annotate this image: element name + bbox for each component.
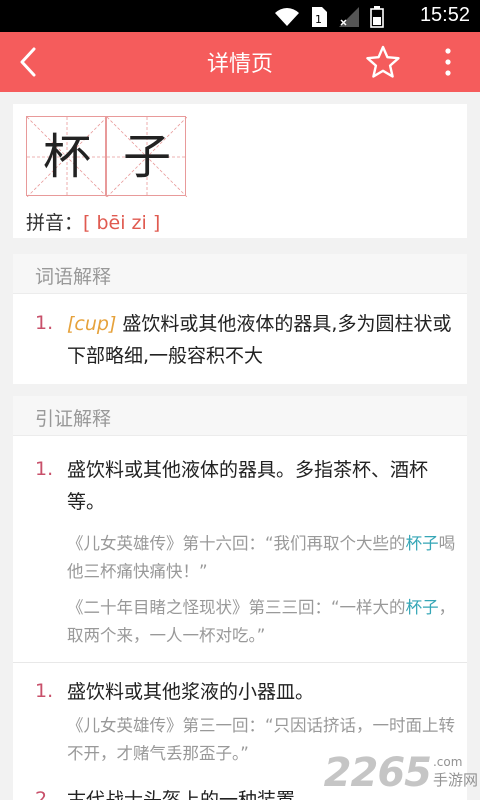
section-header: 词语解释 <box>13 254 467 294</box>
definition-number: 2. <box>35 788 54 800</box>
citation-text: 《儿女英雄传》第十六回：“我们再取个大些的 <box>67 534 406 553</box>
definition-text: [cup] 盛饮料或其他液体的器具,多为圆柱状或下部略细,一般容积不大 <box>67 308 459 372</box>
character-grid-box: 子 <box>106 116 187 197</box>
citation-quote: 《二十年目睹之怪现状》第三三回：“一样大的杯子，取两个来，一人一杯对吃。” <box>67 594 457 650</box>
watermark-text: 手游网 <box>432 771 478 789</box>
wifi-icon <box>275 8 299 26</box>
watermark-number: 2265 <box>323 750 432 796</box>
definition-body: 盛饮料或其他液体的器具,多为圆柱状或下部略细,一般容积不大 <box>67 313 452 367</box>
clock: 15:52 <box>419 4 470 26</box>
word-card: 杯 子 拼音：[ bēi zi ] <box>13 104 467 238</box>
divider <box>13 662 467 663</box>
definition-text: 盛饮料或其他浆液的小器皿。 <box>67 681 315 703</box>
app-bar: 详情页 <box>0 32 480 92</box>
pinyin-row: 拼音：[ bēi zi ] <box>26 208 160 235</box>
definition-number: 1. <box>35 680 54 702</box>
english-tag: [cup] <box>67 313 117 335</box>
pinyin-value: [ bēi zi ] <box>83 212 161 234</box>
citation-text: 《二十年目睹之怪现状》第三三回：“一样大的 <box>67 598 406 617</box>
character: 子 <box>122 129 171 185</box>
status-bar: 1 15:52 <box>0 0 480 32</box>
character-grid-box: 杯 <box>26 116 107 197</box>
sim-card-icon: 1 <box>312 7 327 27</box>
site-watermark: 2265 .com 手游网 <box>324 750 478 796</box>
favorite-star-icon[interactable] <box>366 45 400 79</box>
section-title: 引证解释 <box>35 408 112 430</box>
definition-number: 1. <box>35 312 54 334</box>
status-icons: 1 <box>274 6 384 28</box>
page-title: 详情页 <box>206 52 273 77</box>
definition-text: 盛饮料或其他液体的器具。多指茶杯、酒杯等。 <box>67 459 429 513</box>
section-title: 词语解释 <box>35 266 112 288</box>
watermark-domain: .com <box>432 755 463 769</box>
word-definition-section: 词语解释 1. [cup] 盛饮料或其他液体的器具,多为圆柱状或下部略细,一般容… <box>13 254 467 384</box>
battery-icon <box>370 6 384 28</box>
definition-number: 1. <box>35 458 54 480</box>
highlighted-word[interactable]: 杯子 <box>406 534 439 553</box>
svg-text:1: 1 <box>315 13 322 26</box>
citation-section: 引证解释 1. 盛饮料或其他液体的器具。多指茶杯、酒杯等。 《儿女英雄传》第十六… <box>13 396 467 800</box>
citation-quote: 《儿女英雄传》第十六回：“我们再取个大些的杯子喝他三杯痛快痛快！” <box>67 530 457 586</box>
signal-icon <box>339 7 359 27</box>
section-header: 引证解释 <box>13 396 467 436</box>
character: 杯 <box>42 129 91 185</box>
more-options-icon[interactable] <box>432 46 464 78</box>
back-arrow-icon[interactable] <box>14 46 46 78</box>
pinyin-label: 拼音： <box>26 212 84 234</box>
highlighted-word[interactable]: 杯子 <box>406 598 439 617</box>
